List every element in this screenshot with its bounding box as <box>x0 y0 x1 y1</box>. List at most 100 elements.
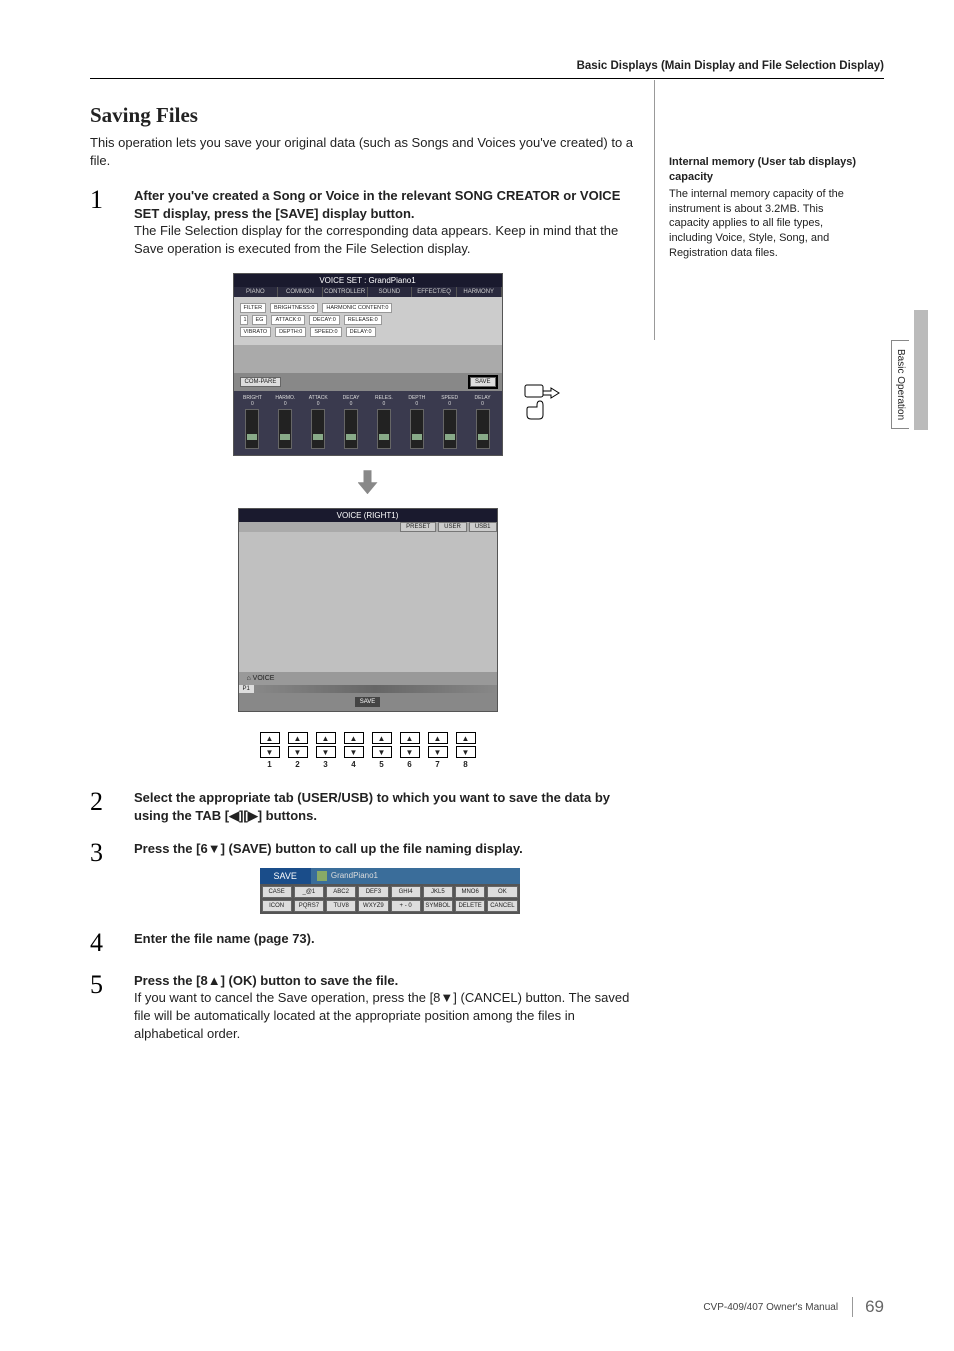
vs-cell: DEPTH:0 <box>275 327 306 337</box>
step-instruction: Select the appropriate tab (USER/USB) to… <box>134 789 645 824</box>
step-detail: The File Selection display for the corre… <box>134 222 645 257</box>
step-instruction: Press the [6▼] (SAVE) button to call up … <box>134 840 645 858</box>
save-button-highlight: SAVE <box>470 377 496 387</box>
vs-tab: COMMON <box>278 287 323 297</box>
vs-cell: DECAY:0 <box>309 315 340 325</box>
side-note: Internal memory (User tab displays) capa… <box>669 155 859 261</box>
step-number: 1 <box>90 187 116 257</box>
button-down: ▼ <box>288 746 308 758</box>
step-5: 5 Press the [8▲] (OK) button to save the… <box>90 972 645 1042</box>
vs-tab: SOUND <box>368 287 413 297</box>
button-number: 6 <box>407 760 411 769</box>
save-key: + - 0 <box>391 900 421 912</box>
vs-cell: FILTER <box>240 303 267 313</box>
footer-text: CVP-409/407 Owner's Manual <box>703 1302 838 1313</box>
step-instruction: Press the [8▲] (OK) button to save the f… <box>134 972 645 990</box>
save-key: GHI4 <box>391 886 421 898</box>
compare-button: COM-PARE <box>240 377 282 387</box>
section-tab: Basic Operation <box>891 340 909 429</box>
vs-cell: RELEASE:0 <box>344 315 382 325</box>
step-1: 1 After you've created a Song or Voice i… <box>90 187 645 257</box>
save-key: CASE <box>262 886 292 898</box>
slider <box>344 409 358 449</box>
button-number: 8 <box>463 760 467 769</box>
button-down: ▼ <box>400 746 420 758</box>
button-up: ▲ <box>428 732 448 744</box>
button-up: ▲ <box>372 732 392 744</box>
side-note-title: Internal memory (User tab displays) capa… <box>669 155 859 185</box>
vs-cell: SPEED:0 <box>310 327 341 337</box>
vs-tab: EFFECT/EQ <box>412 287 457 297</box>
side-tab-marker <box>914 310 928 430</box>
save-name-screenshot: SAVE GrandPiano1 CASE _@1 ABC2 DEF3 GHI4… <box>260 868 520 914</box>
screenshot-area: VOICE SET : GrandPiano1 PIANO COMMON CON… <box>90 273 645 769</box>
vs-cell: EG <box>252 315 268 325</box>
button-down: ▼ <box>260 746 280 758</box>
step-instruction: Enter the file name (page 73). <box>134 930 645 948</box>
step-detail: If you want to cancel the Save operation… <box>134 989 645 1042</box>
pointing-finger-icon <box>523 383 563 423</box>
panel-button-row: ▲▼1 ▲▼2 ▲▼3 ▲▼4 ▲▼5 ▲▼6 ▲▼7 ▲▼8 <box>260 732 476 769</box>
button-number: 5 <box>379 760 383 769</box>
button-up: ▲ <box>316 732 336 744</box>
button-up: ▲ <box>288 732 308 744</box>
button-up: ▲ <box>260 732 280 744</box>
button-up: ▲ <box>344 732 364 744</box>
voice-set-screenshot: VOICE SET : GrandPiano1 PIANO COMMON CON… <box>233 273 503 456</box>
arrow-down-icon <box>358 470 378 494</box>
vs-tab: HARMONY <box>457 287 502 297</box>
save-key: PQRS7 <box>294 900 324 912</box>
button-up: ▲ <box>456 732 476 744</box>
slider <box>410 409 424 449</box>
button-down: ▼ <box>344 746 364 758</box>
save-key: DEF3 <box>358 886 388 898</box>
vs-cell: VIBRATO <box>240 327 272 337</box>
vs-cell: ATTACK:0 <box>271 315 304 325</box>
p1-label: P1 <box>239 685 254 693</box>
slider <box>443 409 457 449</box>
button-number: 7 <box>435 760 439 769</box>
vs-cell: DELAY:0 <box>346 327 376 337</box>
save-key: ABC2 <box>326 886 356 898</box>
step-number: 4 <box>90 930 116 956</box>
section-intro: This operation lets you save your origin… <box>90 134 645 169</box>
slider <box>278 409 292 449</box>
button-up: ▲ <box>400 732 420 744</box>
save-key: SYMBOL <box>423 900 453 912</box>
voice-set-title: VOICE SET : GrandPiano1 <box>234 274 502 287</box>
save-key: DELETE <box>455 900 485 912</box>
save-key: JKL5 <box>423 886 453 898</box>
vr-tab: PRESET <box>400 522 436 532</box>
vs-cell: HARMONIC CONTENT:0 <box>322 303 392 313</box>
step-number: 2 <box>90 789 116 824</box>
section-title: Saving Files <box>90 103 645 128</box>
slider <box>245 409 259 449</box>
voice-right-screenshot: VOICE (RIGHT1) PRESET USER USB1 ⌂ VOICE … <box>238 508 498 712</box>
vs-cell: BRIGHTNESS:0 <box>270 303 318 313</box>
voice-label: ⌂ VOICE <box>239 672 497 685</box>
vs-tab: PIANO <box>234 287 279 297</box>
save-key: OK <box>487 886 517 898</box>
save-key: MNO6 <box>455 886 485 898</box>
button-down: ▼ <box>456 746 476 758</box>
step-number: 5 <box>90 972 116 1042</box>
running-header: Basic Displays (Main Display and File Se… <box>90 60 884 72</box>
save-key: _@1 <box>294 886 324 898</box>
side-note-body: The internal memory capacity of the inst… <box>669 187 859 261</box>
page-number: 69 <box>852 1297 884 1317</box>
slider <box>476 409 490 449</box>
save-label: SAVE <box>260 868 311 884</box>
vs-cell: 1 <box>240 315 248 325</box>
slider <box>311 409 325 449</box>
button-number: 1 <box>267 760 271 769</box>
vr-save-button: SAVE <box>355 697 381 707</box>
vs-tab: CONTROLLER <box>323 287 368 297</box>
save-key: ICON <box>262 900 292 912</box>
button-number: 4 <box>351 760 355 769</box>
save-key: CANCEL <box>487 900 517 912</box>
button-down: ▼ <box>428 746 448 758</box>
divider-line <box>654 80 655 340</box>
step-instruction: After you've created a Song or Voice in … <box>134 187 645 222</box>
vr-tab: USB1 <box>469 522 497 532</box>
vr-tab: USER <box>438 522 467 532</box>
